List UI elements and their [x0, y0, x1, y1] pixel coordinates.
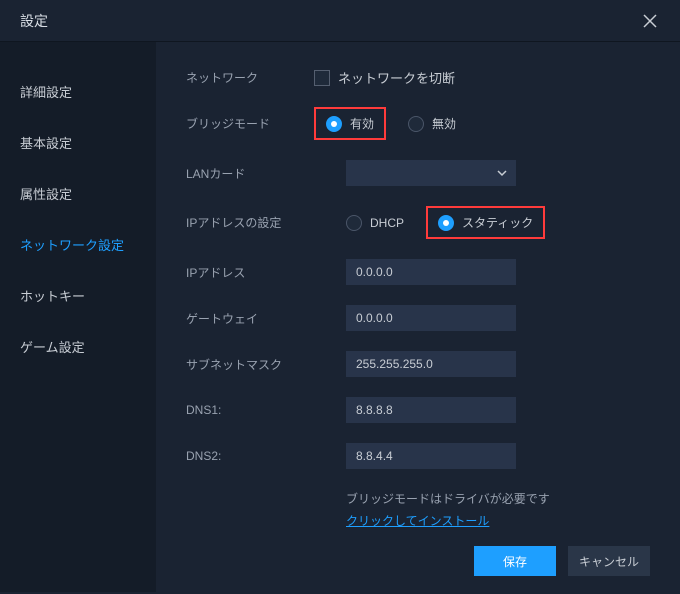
- footer: 保存 キャンセル: [186, 532, 650, 594]
- bridge-enable-label: 有効: [350, 115, 374, 132]
- ip-address-label: IPアドレス: [186, 264, 314, 281]
- dns2-label: DNS2:: [186, 449, 314, 463]
- titlebar: 設定: [0, 0, 680, 42]
- bridge-disable-label: 無効: [432, 115, 456, 132]
- static-radio[interactable]: [438, 215, 454, 231]
- dns2-input[interactable]: [346, 443, 516, 469]
- install-driver-link[interactable]: クリックしてインストール: [346, 514, 489, 528]
- ip-address-input[interactable]: [346, 259, 516, 285]
- static-label: スタティック: [462, 214, 533, 231]
- lan-card-label: LANカード: [186, 165, 314, 182]
- sidebar-item-network[interactable]: ネットワーク設定: [0, 219, 156, 270]
- bridge-mode-label: ブリッジモード: [186, 115, 314, 132]
- dns1-label: DNS1:: [186, 403, 314, 417]
- disconnect-checkbox[interactable]: [314, 70, 330, 86]
- dns1-input[interactable]: [346, 397, 516, 423]
- close-icon: [643, 14, 657, 28]
- bridge-enable-radio[interactable]: [326, 116, 342, 132]
- sidebar: 詳細設定 基本設定 属性設定 ネットワーク設定 ホットキー ゲーム設定: [0, 42, 156, 592]
- bridge-disable-radio[interactable]: [408, 116, 424, 132]
- sidebar-item-advanced[interactable]: 詳細設定: [0, 66, 156, 117]
- cancel-button[interactable]: キャンセル: [568, 546, 650, 576]
- highlight-static: スタティック: [426, 206, 545, 239]
- sidebar-item-basic[interactable]: 基本設定: [0, 117, 156, 168]
- sidebar-item-hotkey[interactable]: ホットキー: [0, 270, 156, 321]
- network-label: ネットワーク: [186, 69, 314, 86]
- sidebar-item-game[interactable]: ゲーム設定: [0, 321, 156, 372]
- bridge-note-text: ブリッジモードはドライバが必要です: [346, 489, 650, 511]
- highlight-bridge-enable: 有効: [314, 107, 386, 140]
- subnet-input[interactable]: [346, 351, 516, 377]
- window-title: 設定: [20, 11, 48, 31]
- disconnect-label: ネットワークを切断: [338, 68, 455, 87]
- gateway-input[interactable]: [346, 305, 516, 331]
- dhcp-label: DHCP: [370, 216, 404, 230]
- close-button[interactable]: [638, 9, 662, 33]
- dhcp-radio[interactable]: [346, 215, 362, 231]
- chevron-down-icon: [496, 167, 508, 179]
- lan-card-select[interactable]: [346, 160, 516, 186]
- gateway-label: ゲートウェイ: [186, 310, 314, 327]
- sidebar-item-property[interactable]: 属性設定: [0, 168, 156, 219]
- ip-setting-label: IPアドレスの設定: [186, 214, 314, 231]
- main-panel: ネットワーク ネットワークを切断 ブリッジモード 有効 無効: [156, 42, 680, 592]
- subnet-label: サブネットマスク: [186, 356, 314, 373]
- save-button[interactable]: 保存: [474, 546, 556, 576]
